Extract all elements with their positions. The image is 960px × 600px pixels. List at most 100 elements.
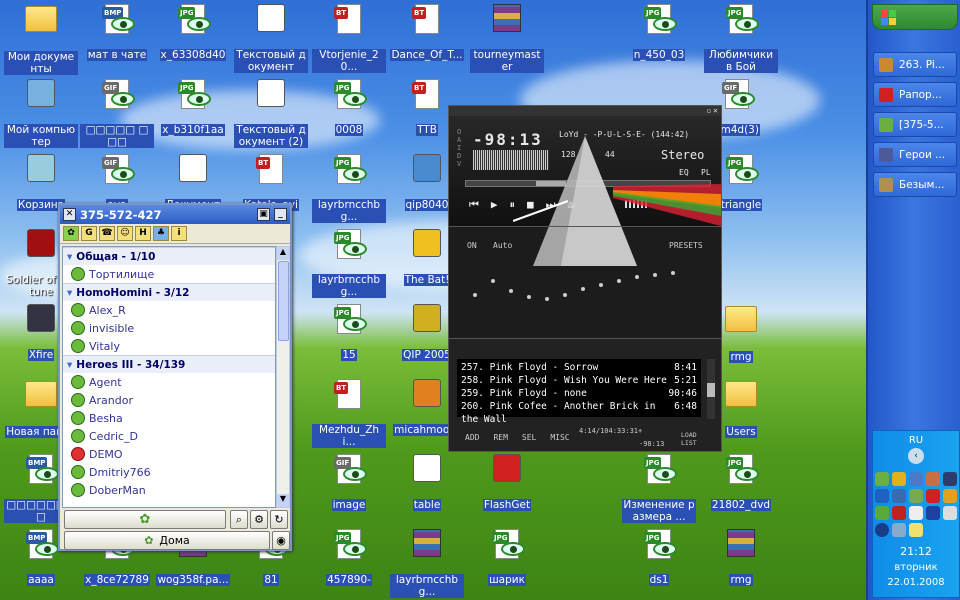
- desktop-icon[interactable]: layrbrncchbg...: [390, 529, 464, 598]
- contact-item[interactable]: Vitaly: [63, 337, 275, 355]
- search-button[interactable]: ⌕: [230, 510, 248, 529]
- history-icon[interactable]: H: [135, 226, 151, 241]
- desktop-icon[interactable]: table: [390, 454, 464, 511]
- minimize-icon[interactable]: ▫: [706, 106, 711, 116]
- contact-item[interactable]: Тортилище: [63, 265, 275, 283]
- desktop-icon[interactable]: JPG n_450_03: [622, 4, 696, 61]
- playlist-rem-button[interactable]: REM: [493, 433, 507, 442]
- desktop-icon[interactable]: JPG Изменение размера ...: [622, 454, 696, 523]
- contact-group-header[interactable]: ▾ Общая - 1/10: [63, 247, 275, 265]
- eq-band-knob[interactable]: [635, 275, 639, 279]
- icq-contact-list-window[interactable]: ✕ 375-572-427 ▣ _ ✿ G ☎ ☺ H ♣ i ▾ Общая -…: [58, 203, 292, 551]
- smile-icon[interactable]: ☺: [117, 226, 133, 241]
- globe-icon[interactable]: [875, 523, 889, 537]
- chart-icon[interactable]: [943, 489, 957, 503]
- eq-band-knob[interactable]: [491, 279, 495, 283]
- playlist-track[interactable]: 259. Pink Floyd - none 90:46: [457, 387, 701, 400]
- phone-icon[interactable]: [909, 506, 923, 520]
- playlist-track[interactable]: 257. Pink Floyd - Sorrow 8:41: [457, 361, 701, 374]
- load-list-button[interactable]: LOAD LIST: [681, 431, 705, 447]
- desktop-icon[interactable]: JPG layrbrncchbg...: [312, 229, 386, 298]
- contact-item[interactable]: DEMO: [63, 445, 275, 463]
- contact-item[interactable]: Agent: [63, 373, 275, 391]
- desktop-icon[interactable]: BT Mezhdu_Zhi...: [312, 379, 386, 448]
- contact-list-scrollbar[interactable]: ▲ ▼: [276, 246, 290, 508]
- desktop-icon[interactable]: JPG 21802_dvd: [704, 454, 778, 511]
- desktop-icon[interactable]: JPG layrbrncchbg...: [312, 154, 386, 223]
- contact-item[interactable]: Cedric_D: [63, 427, 275, 445]
- arrows-icon[interactable]: [892, 523, 906, 537]
- desktop-icon[interactable]: BT Dance_Of_T...: [390, 4, 464, 61]
- network-icon[interactable]: [892, 489, 906, 503]
- desktop-icon[interactable]: BT Vtorjenie_20...: [312, 4, 386, 73]
- taskbar-window-button[interactable]: Герои ...: [873, 142, 957, 167]
- eq-band-knob[interactable]: [581, 287, 585, 291]
- icq-title-bar[interactable]: ✕ 375-572-427 ▣ _: [60, 205, 290, 224]
- contact-item[interactable]: Alex_R: [63, 301, 275, 319]
- eq-band-knob[interactable]: [563, 293, 567, 297]
- close-icon[interactable]: ✕: [63, 208, 76, 221]
- flower-icon[interactable]: ✿: [63, 226, 79, 241]
- play-icon[interactable]: ▶: [491, 198, 498, 212]
- eq-presets-button[interactable]: PRESETS: [669, 241, 703, 250]
- clock-day[interactable]: вторник: [873, 562, 959, 573]
- desktop-icon[interactable]: JPG шарик: [470, 529, 544, 586]
- desktop-icon[interactable]: Мой компьютер: [4, 79, 78, 148]
- flashget-tray-icon[interactable]: [926, 489, 940, 503]
- people-icon[interactable]: [909, 489, 923, 503]
- desktop-icon[interactable]: JPG x_63308d40: [156, 4, 230, 61]
- tray-expand-icon[interactable]: ‹: [908, 448, 924, 464]
- playlist-track[interactable]: 258. Pink Floyd - Wish You Were Here 5:21: [457, 374, 701, 387]
- contact-group-header[interactable]: ▾ Heroes III - 34/139: [63, 355, 275, 373]
- winamp-titlebar[interactable]: ▫ ✕: [449, 106, 721, 116]
- refresh-button[interactable]: ↻: [270, 510, 288, 529]
- user-icon[interactable]: [909, 472, 923, 486]
- taskbar-window-button[interactable]: 263. Pi...: [873, 52, 957, 77]
- contact-item[interactable]: Dmitriy766: [63, 463, 275, 481]
- contact-item[interactable]: Besha: [63, 409, 275, 427]
- ru-icon[interactable]: [926, 506, 940, 520]
- desktop-icon[interactable]: rmg: [704, 529, 778, 586]
- mail-icon[interactable]: [909, 523, 923, 537]
- taskbar-window-button[interactable]: Безым...: [873, 172, 957, 197]
- display-icon[interactable]: [943, 472, 957, 486]
- clock-date[interactable]: 22.01.2008: [873, 577, 959, 588]
- desktop-icon[interactable]: JPG 0008: [312, 79, 386, 136]
- desktop-icon[interactable]: GIF image: [312, 454, 386, 511]
- eq-band-knob[interactable]: [473, 293, 477, 297]
- desktop-icon[interactable]: tourneymaster: [470, 4, 544, 73]
- phone-icon[interactable]: ☎: [99, 226, 115, 241]
- status-button[interactable]: ✿ Дома: [64, 531, 270, 550]
- eq-on-button[interactable]: ON: [467, 241, 477, 250]
- eq-band-knob[interactable]: [617, 279, 621, 283]
- xstatus-button[interactable]: ◉: [272, 531, 290, 550]
- desktop-icon[interactable]: BMP мат в чате: [80, 4, 154, 61]
- desktop-icon[interactable]: JPG 15: [312, 304, 386, 361]
- eq-band-knob[interactable]: [509, 289, 513, 293]
- contact-item[interactable]: invisible: [63, 319, 275, 337]
- bluetooth-icon[interactable]: [875, 489, 889, 503]
- icq-tray-icon[interactable]: [875, 472, 889, 486]
- desktop-icon[interactable]: Мои документы: [4, 4, 78, 75]
- desktop-icon[interactable]: Текстовый документ: [234, 4, 308, 73]
- desktop-icon[interactable]: JPG Любимчики в Бой: [704, 4, 778, 73]
- playlist-scrollbar[interactable]: [707, 359, 715, 419]
- eq-band-knob[interactable]: [527, 295, 531, 299]
- kaspersky-icon[interactable]: [892, 472, 906, 486]
- playlist-sel-button[interactable]: SEL: [522, 433, 536, 442]
- clock-time[interactable]: 21:12: [873, 545, 959, 558]
- playlist-add-button[interactable]: ADD: [465, 433, 479, 442]
- settings-button[interactable]: ⚙: [250, 510, 268, 529]
- winamp-player[interactable]: ▫ ✕ OAIDV -98:13 LoYd - -P-U-L-S-E- (144:…: [448, 105, 722, 452]
- yandex-icon[interactable]: [875, 506, 889, 520]
- contact-item[interactable]: Arandor: [63, 391, 275, 409]
- speaker-icon[interactable]: [943, 506, 957, 520]
- contact-group-header[interactable]: ▾ HomoHomini - 3/12: [63, 283, 275, 301]
- previous-icon[interactable]: ⏮: [469, 198, 479, 212]
- shield-icon[interactable]: [892, 506, 906, 520]
- main-menu-button[interactable]: ✿: [64, 510, 226, 529]
- desktop-icon[interactable]: JPG 457890-: [312, 529, 386, 586]
- desktop-icon[interactable]: GIF □□□□□ □□□: [80, 79, 154, 148]
- info-icon[interactable]: i: [171, 226, 187, 241]
- eq-band-knob[interactable]: [671, 271, 675, 275]
